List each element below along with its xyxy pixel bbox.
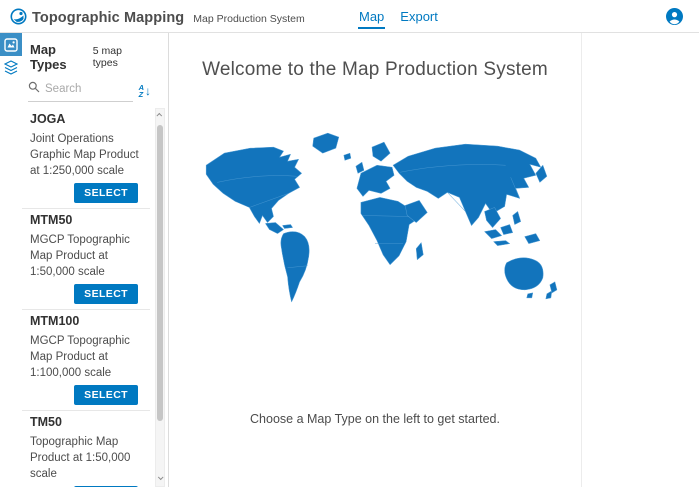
layers-icon[interactable] xyxy=(0,56,22,79)
instruction-text: Choose a Map Type on the left to get sta… xyxy=(250,412,500,426)
map-australia xyxy=(505,258,543,290)
panel-title: Map Types xyxy=(30,42,93,72)
map-type-name: MTM50 xyxy=(30,213,150,228)
map-new-guinea xyxy=(525,234,540,244)
map-type-count: 5 map types xyxy=(93,45,147,69)
globe-logo-icon xyxy=(10,8,27,30)
map-central-america xyxy=(265,223,283,234)
map-type-list: JOGA Joint Operations Graphic Map Produc… xyxy=(22,108,168,487)
map-sumatra xyxy=(485,230,502,239)
user-avatar-icon[interactable] xyxy=(666,8,683,25)
brand: Topographic Mapping Map Production Syste… xyxy=(10,5,305,27)
scroll-down-icon[interactable] xyxy=(156,472,164,484)
map-type-name: MTM100 xyxy=(30,314,150,329)
map-iceland xyxy=(344,153,351,160)
app-title: Topographic Mapping xyxy=(32,10,184,26)
world-map-image xyxy=(184,117,566,318)
app-header: Topographic Mapping Map Production Syste… xyxy=(0,0,699,33)
map-scandinavia xyxy=(372,142,390,161)
map-types-icon[interactable] xyxy=(0,33,22,56)
map-tasmania xyxy=(527,293,533,298)
map-type-description: Joint Operations Graphic Map Product at … xyxy=(30,131,150,179)
map-type-item-joga: JOGA Joint Operations Graphic Map Produc… xyxy=(22,108,150,209)
nav-tab-map[interactable]: Map xyxy=(358,4,385,29)
map-north-america xyxy=(206,147,301,223)
map-java xyxy=(494,241,510,246)
app-subtitle: Map Production System xyxy=(193,13,304,25)
map-uk xyxy=(356,162,364,173)
select-button[interactable]: SELECT xyxy=(74,183,138,203)
map-type-item-mtm50: MTM50 MGCP Topographic Map Product at 1:… xyxy=(22,209,150,310)
search-box xyxy=(28,80,133,102)
sort-arrow-glyph: ↓ xyxy=(145,85,151,97)
search-input[interactable] xyxy=(45,83,115,95)
map-madagascar xyxy=(416,243,423,260)
map-new-zealand xyxy=(546,282,557,299)
select-button[interactable]: SELECT xyxy=(74,385,138,405)
main-area: Welcome to the Map Production System xyxy=(169,33,582,487)
map-type-item-tm50: TM50 Topographic Map Product at 1:50,000… xyxy=(22,411,150,487)
map-type-description: MGCP Topographic Map Product at 1:100,00… xyxy=(30,333,150,381)
nav-tab-export[interactable]: Export xyxy=(399,4,439,29)
map-type-item-mtm100: MTM100 MGCP Topographic Map Product at 1… xyxy=(22,310,150,411)
list-scrollbar[interactable] xyxy=(155,108,165,487)
welcome-title: Welcome to the Map Production System xyxy=(202,59,548,81)
item-actions: SELECT xyxy=(30,183,150,203)
map-type-name: JOGA xyxy=(30,112,150,127)
right-panel-area xyxy=(582,33,699,487)
content-row: Map Types 5 map types A Z xyxy=(0,33,699,487)
action-bar xyxy=(0,33,22,487)
scroll-up-icon[interactable] xyxy=(156,109,164,121)
search-icon xyxy=(28,80,40,98)
map-types-panel: Map Types 5 map types A Z xyxy=(22,33,169,487)
app-window: Topographic Mapping Map Production Syste… xyxy=(0,0,699,487)
map-type-description: MGCP Topographic Map Product at 1:50,000… xyxy=(30,232,150,280)
map-borneo xyxy=(501,225,513,235)
map-type-name: TM50 xyxy=(30,415,150,430)
map-japan xyxy=(536,165,547,182)
select-button[interactable]: SELECT xyxy=(74,284,138,304)
map-philippines xyxy=(513,211,521,224)
map-greenland xyxy=(313,133,339,153)
top-nav: Map Export xyxy=(358,0,439,33)
map-type-description: Topographic Map Product at 1:50,000 scal… xyxy=(30,434,150,482)
item-actions: SELECT xyxy=(30,284,150,304)
scrollbar-thumb[interactable] xyxy=(157,125,163,421)
search-row: A Z ↓ xyxy=(28,80,151,102)
map-cuba xyxy=(283,225,293,229)
sort-az-letters: A Z xyxy=(139,84,144,98)
panel-header: Map Types 5 map types xyxy=(22,33,168,76)
sort-az-icon[interactable]: A Z ↓ xyxy=(139,84,151,98)
item-actions: SELECT xyxy=(30,385,150,405)
